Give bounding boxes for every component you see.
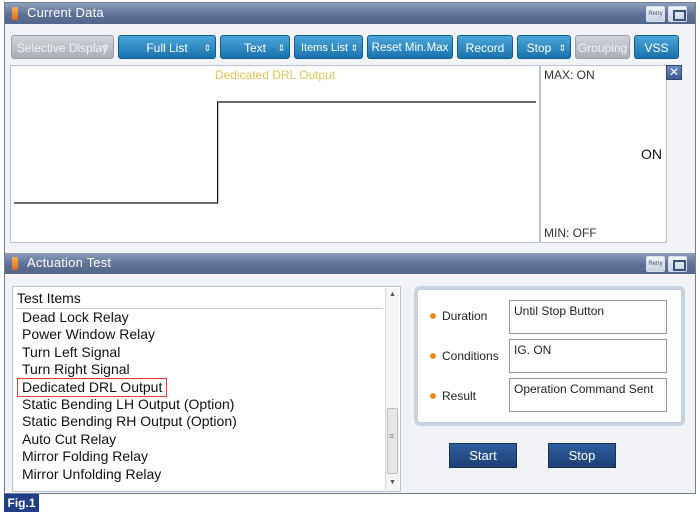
figure-label: Fig.1 [4, 494, 39, 512]
max-label: MAX: ON [544, 68, 595, 82]
full-list-label: Full List [146, 41, 188, 55]
maximize-icon[interactable] [668, 256, 687, 272]
scroll-up-icon[interactable]: ▲ [386, 288, 399, 302]
list-item[interactable]: Static Bending RH Output (Option) [22, 413, 237, 430]
list-item[interactable]: Turn Right Signal [22, 361, 130, 378]
current-value: ON [641, 146, 662, 162]
list-item[interactable]: Dedicated DRL Output [16, 377, 168, 397]
list-item[interactable]: Power Window Relay [22, 326, 155, 343]
vss-button[interactable]: VSS [634, 35, 679, 59]
selective-display-label: Selective Display [16, 41, 109, 55]
grouping-button[interactable]: Grouping [575, 35, 630, 59]
list-item[interactable]: Mirror Unfolding Relay [22, 466, 161, 483]
value-panel: MAX: ON ON MIN: OFF [540, 65, 667, 243]
scroll-thumb[interactable]: ≡ [387, 408, 398, 474]
signal-graph: Dedicated DRL Output [10, 65, 540, 243]
close-icon[interactable]: ✕ [666, 65, 682, 80]
text-button[interactable]: Text ⇕ [220, 35, 290, 59]
items-list-label: Items List [300, 42, 349, 54]
maximize-icon[interactable] [668, 6, 687, 22]
up-down-icon: ⇕ [277, 43, 285, 53]
list-item[interactable]: Static Bending LH Output (Option) [22, 396, 234, 413]
actuation-test-title: Actuation Test [27, 255, 112, 270]
text-label: Text [243, 41, 266, 55]
stop-label: Stop [526, 41, 552, 55]
reset-min-max-button[interactable]: Reset Min.Max [367, 35, 453, 59]
selective-display-button[interactable]: Selective Display ⇕ [11, 35, 114, 59]
retry-button[interactable]: Retry [646, 6, 665, 22]
bullet-icon [430, 353, 436, 359]
items-list-button[interactable]: Items List ⇕ [294, 35, 363, 59]
list-item[interactable]: Turn Left Signal [22, 344, 120, 361]
duration-label: Duration [442, 309, 488, 323]
list-item[interactable]: Mirror Folding Relay [22, 448, 148, 465]
bullet-icon [430, 313, 436, 319]
up-down-icon: ⇕ [101, 43, 109, 53]
result-label: Result [442, 389, 477, 403]
record-button[interactable]: Record [457, 35, 513, 59]
panel-icon [12, 7, 18, 20]
up-down-icon: ⇕ [350, 43, 358, 53]
conditions-value: IG. ON [509, 339, 667, 373]
up-down-icon: ⇕ [558, 43, 566, 53]
signal-trace [14, 101, 536, 204]
retry-button[interactable]: Retry [646, 256, 665, 272]
bullet-icon [430, 393, 436, 399]
scrollbar[interactable]: ▲ ≡ ▼ [385, 288, 399, 490]
stop-button[interactable]: Stop [548, 443, 616, 468]
list-header: Test Items [17, 290, 81, 306]
current-data-title: Current Data [27, 5, 104, 20]
app-frame: Current Data Retry Selective Display ⇕ Fu… [4, 2, 696, 494]
scroll-down-icon[interactable]: ▼ [386, 476, 399, 490]
result-value: Operation Command Sent [509, 378, 667, 412]
test-info-panel: Duration Until Stop Button Conditions IG… [414, 286, 685, 426]
list-item[interactable]: Dead Lock Relay [22, 309, 129, 326]
grip-icon: ≡ [389, 431, 395, 441]
stop-data-button[interactable]: Stop ⇕ [517, 35, 571, 59]
current-data-titlebar: Current Data Retry [5, 3, 695, 24]
panel-icon [12, 257, 18, 270]
full-list-button[interactable]: Full List ⇕ [118, 35, 216, 59]
start-button[interactable]: Start [449, 443, 517, 468]
min-label: MIN: OFF [544, 226, 597, 240]
actuation-test-titlebar: Actuation Test Retry [5, 253, 695, 274]
test-items-list: Test Items Dead Lock Relay Power Window R… [12, 286, 401, 492]
conditions-label: Conditions [442, 349, 499, 363]
trace-line [14, 101, 536, 204]
duration-value: Until Stop Button [509, 300, 667, 334]
list-item[interactable]: Auto Cut Relay [22, 431, 116, 448]
up-down-icon: ⇕ [203, 43, 211, 53]
